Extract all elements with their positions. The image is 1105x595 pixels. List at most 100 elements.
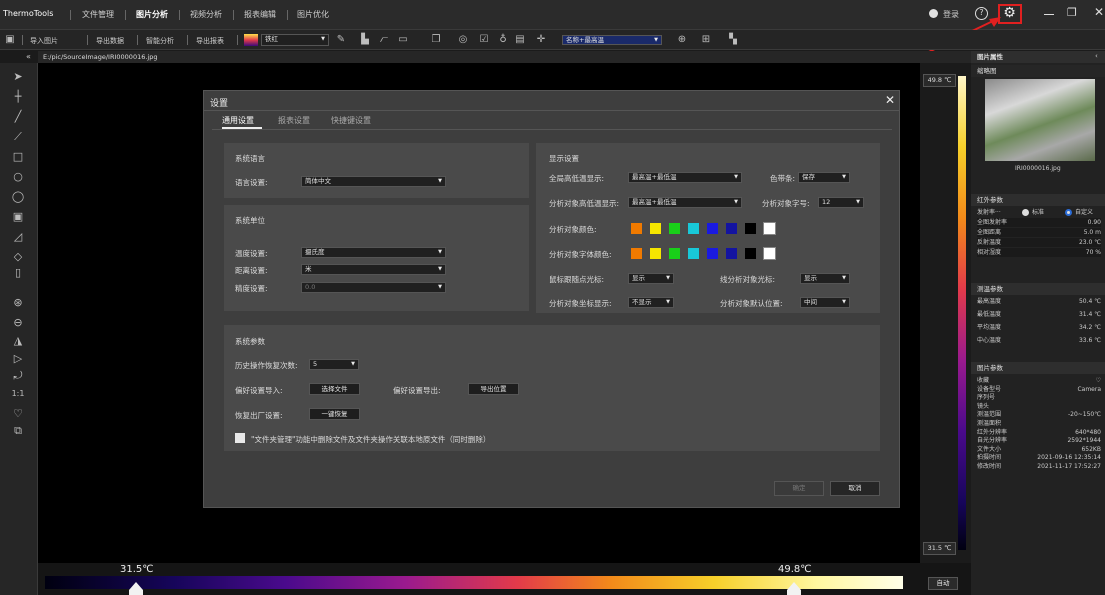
colorbar-select[interactable]: 保存 <box>798 172 850 183</box>
obj-temp-select[interactable]: 最高温+最低温 <box>628 197 742 208</box>
play-icon[interactable]: ▷ <box>10 351 26 367</box>
save-icon[interactable]: ▣ <box>4 34 16 46</box>
font-color-swatch[interactable] <box>745 248 756 259</box>
target-icon[interactable]: ◎ <box>457 34 469 46</box>
obj-color-swatch[interactable] <box>669 223 680 234</box>
pointer-icon[interactable]: ➤ <box>10 69 26 85</box>
histogram-icon[interactable]: ▙ <box>359 34 371 46</box>
obj-color-swatch[interactable] <box>726 223 737 234</box>
line-chart-icon[interactable]: ⦧ <box>378 34 390 46</box>
image-thumbnail[interactable] <box>985 79 1095 161</box>
palette-icon[interactable] <box>244 34 258 46</box>
label-mode-select[interactable]: 名称+最高温 <box>562 35 662 45</box>
global-temp-select[interactable]: 最高温+最低温 <box>628 172 742 183</box>
add-line-icon[interactable]: ⊞ <box>700 34 712 46</box>
font-color-swatch[interactable] <box>669 248 680 259</box>
point-tool-icon[interactable]: ┼ <box>10 89 26 105</box>
actual-size-icon[interactable]: 1:1 <box>10 386 26 402</box>
tab-general[interactable]: 通用设置 <box>222 115 254 126</box>
layers-icon[interactable]: ▚ <box>727 34 739 46</box>
import-image-button[interactable]: 导入图片 <box>30 36 58 46</box>
tab-report[interactable]: 报表设置 <box>278 115 310 126</box>
flip-icon[interactable]: ◮ <box>10 333 26 349</box>
close-dialog-icon[interactable]: ✕ <box>885 93 895 107</box>
prop-value[interactable]: 5.0 m <box>1084 228 1101 237</box>
collapse-icon[interactable]: « <box>26 52 31 61</box>
copy-icon[interactable]: ❐ <box>430 34 442 46</box>
probe-icon[interactable]: ♁ <box>497 34 509 46</box>
menu-file-manage[interactable]: 文件管理 <box>82 9 114 20</box>
confirm-button[interactable]: 确定 <box>774 481 824 496</box>
export-report-button[interactable]: 导出报表 <box>196 36 224 46</box>
zoom-in-icon[interactable]: ⊛ <box>10 295 26 311</box>
palette-select[interactable]: 铁红 <box>261 34 329 46</box>
obj-color-swatch[interactable] <box>650 223 661 234</box>
coord-select[interactable]: 不显示 <box>628 297 674 308</box>
font-color-swatch[interactable] <box>763 247 776 260</box>
line-cursor-select[interactable]: 显示 <box>800 273 850 284</box>
collapse-panel-icon[interactable]: ‹ <box>1095 52 1098 60</box>
history-select[interactable]: 5 <box>309 359 359 370</box>
prop-value[interactable]: 0.90 <box>1088 218 1101 227</box>
font-color-swatch[interactable] <box>707 248 718 259</box>
obj-color-swatch[interactable] <box>763 222 776 235</box>
ellipse-tool-icon[interactable]: ◯ <box>10 189 26 205</box>
obj-fontsize-select[interactable]: 12 <box>818 197 864 208</box>
obj-color-swatch[interactable] <box>707 223 718 234</box>
brush-icon[interactable]: ✎ <box>335 34 347 46</box>
zoom-out-icon[interactable]: ⊖ <box>10 315 26 331</box>
trash-icon[interactable]: ▯ <box>10 265 26 281</box>
language-select[interactable]: 简体中文 <box>301 176 446 187</box>
circle-tool-icon[interactable]: ○ <box>10 169 26 185</box>
font-color-swatch[interactable] <box>688 248 699 259</box>
square-tool-icon[interactable]: ▣ <box>10 209 26 225</box>
export-location-button[interactable]: 导出位置 <box>468 383 519 395</box>
obj-color-swatch[interactable] <box>745 223 756 234</box>
choose-file-button[interactable]: 选择文件 <box>309 383 360 395</box>
scale-min-label[interactable]: 31.5 ℃ <box>923 542 956 555</box>
obj-color-swatch[interactable] <box>688 223 699 234</box>
auto-range-button[interactable]: 自动 <box>928 577 958 590</box>
rect-tool-icon[interactable]: □ <box>10 149 26 165</box>
diamond-tool-icon[interactable]: ◇ <box>10 249 26 265</box>
menu-report-edit[interactable]: 报表编辑 <box>244 9 276 20</box>
comment-icon[interactable]: ▭ <box>397 34 409 46</box>
font-color-swatch[interactable] <box>726 248 737 259</box>
cursor-select[interactable]: 显示 <box>628 273 674 284</box>
distance-unit-select[interactable]: 米 <box>301 264 446 275</box>
max-slider-handle[interactable] <box>786 582 802 595</box>
crosshair-icon[interactable]: ✛ <box>535 34 547 46</box>
line-tool-icon[interactable]: ╱ <box>10 109 26 125</box>
temp-unit-select[interactable]: 摄氏度 <box>301 247 446 258</box>
doc-icon[interactable]: ▤ <box>514 34 526 46</box>
default-pos-select[interactable]: 中间 <box>800 297 850 308</box>
min-slider-handle[interactable] <box>128 582 144 595</box>
export-data-button[interactable]: 导出数据 <box>96 36 124 46</box>
menu-image-optimize[interactable]: 图片优化 <box>297 9 329 20</box>
menu-image-analysis[interactable]: 图片分析 <box>136 9 168 20</box>
close-window-icon[interactable]: ✕ <box>1094 5 1104 19</box>
obj-color-swatch[interactable] <box>631 223 642 234</box>
add-point-icon[interactable]: ⊕ <box>676 34 688 46</box>
edit-icon[interactable]: ☑ <box>478 34 490 46</box>
font-color-swatch[interactable] <box>631 248 642 259</box>
rotate-icon[interactable]: ⤾ <box>10 368 26 384</box>
scale-max-label[interactable]: 49.8 ℃ <box>923 74 956 87</box>
polyline-tool-icon[interactable]: ⟋ <box>10 129 26 145</box>
radio-standard[interactable] <box>1022 209 1029 216</box>
smart-analysis-button[interactable]: 智能分析 <box>146 36 174 46</box>
prop-value[interactable]: 70 % <box>1086 248 1101 257</box>
minimize-icon[interactable] <box>1044 14 1054 15</box>
fit-icon[interactable]: ♡ <box>10 406 26 422</box>
export-icon[interactable]: ⧉ <box>10 423 26 439</box>
tab-shortcuts[interactable]: 快捷键设置 <box>331 115 371 126</box>
polygon-tool-icon[interactable]: ◿ <box>10 229 26 245</box>
sync-delete-checkbox[interactable] <box>235 433 245 443</box>
radio-custom[interactable] <box>1065 209 1072 216</box>
factory-reset-button[interactable]: 一键恢复 <box>309 408 360 420</box>
cancel-button[interactable]: 取消 <box>830 481 880 496</box>
prop-value[interactable]: 23.0 ℃ <box>1079 238 1101 247</box>
menu-video-analysis[interactable]: 视频分析 <box>190 9 222 20</box>
restore-icon[interactable]: ❐ <box>1067 6 1077 19</box>
font-color-swatch[interactable] <box>650 248 661 259</box>
